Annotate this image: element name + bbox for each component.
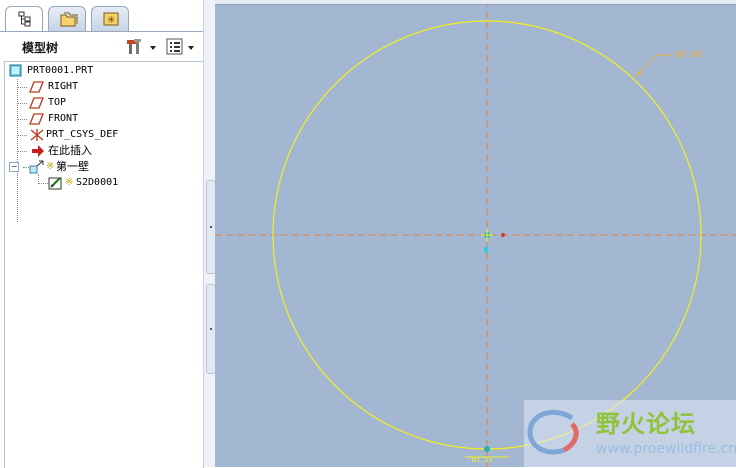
graphics-window[interactable]: 80.00 B1.1x bbox=[215, 0, 736, 467]
tree-item-label: 第一壁 bbox=[56, 160, 89, 173]
tree-item-first-wall[interactable]: ※ 第一壁 bbox=[29, 159, 199, 175]
tab-favorites[interactable]: ✳ bbox=[91, 6, 129, 31]
tree-item-label: PRT_CSYS_DEF bbox=[46, 129, 119, 140]
tab-divider bbox=[0, 31, 212, 32]
chevron-down-icon bbox=[188, 46, 194, 50]
tree-item-label: TOP bbox=[48, 97, 67, 108]
model-tree-header: 模型树 bbox=[0, 34, 212, 60]
first-wall-feature-icon bbox=[29, 160, 44, 174]
datum-plane-icon bbox=[29, 97, 44, 109]
dimension-arrow bbox=[636, 71, 642, 76]
model-tree-title: 模型树 bbox=[22, 41, 59, 55]
bottom-dimension[interactable]: B1.1x bbox=[472, 456, 493, 464]
tab-folder-browser[interactable] bbox=[48, 6, 86, 31]
csys-icon bbox=[30, 129, 44, 141]
sketch-icon bbox=[48, 177, 62, 190]
tab-model-tree[interactable] bbox=[5, 6, 43, 32]
tree-item-label: PRT0001.PRT bbox=[27, 65, 94, 76]
tree-item-label: 在此插入 bbox=[48, 144, 92, 157]
tree-item-front[interactable]: FRONT bbox=[29, 111, 199, 127]
folder-browser-icon bbox=[60, 12, 78, 27]
collapse-toggle[interactable]: − bbox=[9, 162, 19, 172]
watermark-url: www.proewildfire.cn bbox=[596, 441, 736, 457]
sketch-canvas[interactable]: 80.00 B1.1x bbox=[215, 0, 736, 467]
tree-show-button[interactable] bbox=[166, 37, 198, 57]
tree-item-right[interactable]: RIGHT bbox=[29, 79, 199, 95]
regenerate-flag: ※ bbox=[65, 177, 74, 188]
regenerate-flag: ※ bbox=[46, 161, 55, 172]
favorites-icon: ✳ bbox=[103, 12, 119, 26]
part-icon bbox=[9, 64, 22, 77]
show-list-icon bbox=[166, 38, 183, 55]
graphics-top-border bbox=[215, 0, 736, 5]
dimension-leader bbox=[635, 54, 671, 77]
chevron-down-icon bbox=[150, 46, 156, 50]
tree-item-csys[interactable]: PRT_CSYS_DEF bbox=[29, 127, 199, 143]
tree-settings-button[interactable] bbox=[127, 37, 159, 57]
datum-plane-icon bbox=[29, 113, 44, 125]
model-tree-icon bbox=[18, 11, 31, 27]
svg-text:✳: ✳ bbox=[107, 15, 115, 26]
watermark-title: 野火论坛 bbox=[596, 410, 696, 438]
tools-icon bbox=[127, 39, 141, 54]
tree-item-label: RIGHT bbox=[48, 81, 79, 92]
datum-plane-icon bbox=[29, 81, 44, 93]
constraint-marker bbox=[501, 233, 505, 237]
tree-item-top[interactable]: TOP bbox=[29, 95, 199, 111]
navigator-panel: ✳ 模型树 PRT0001.PRT RIGHT TOP FRONT PRT_CS… bbox=[0, 0, 215, 468]
tree-item-insert-here[interactable]: 在此插入 bbox=[31, 143, 199, 159]
tree-item-sketch[interactable]: ※ S2D0001 bbox=[48, 175, 199, 191]
tree-item-part[interactable]: PRT0001.PRT bbox=[9, 63, 199, 79]
insert-here-arrow-icon bbox=[32, 145, 44, 157]
tree-item-label: S2D0001 bbox=[76, 177, 119, 188]
diameter-dimension[interactable]: 80.00 bbox=[675, 50, 702, 60]
bottom-point[interactable] bbox=[484, 446, 490, 452]
tree-item-label: FRONT bbox=[48, 113, 79, 124]
watermark-logo-icon bbox=[527, 409, 579, 455]
csys-marker bbox=[484, 247, 488, 253]
navigator-tab-strip: ✳ bbox=[0, 0, 215, 32]
